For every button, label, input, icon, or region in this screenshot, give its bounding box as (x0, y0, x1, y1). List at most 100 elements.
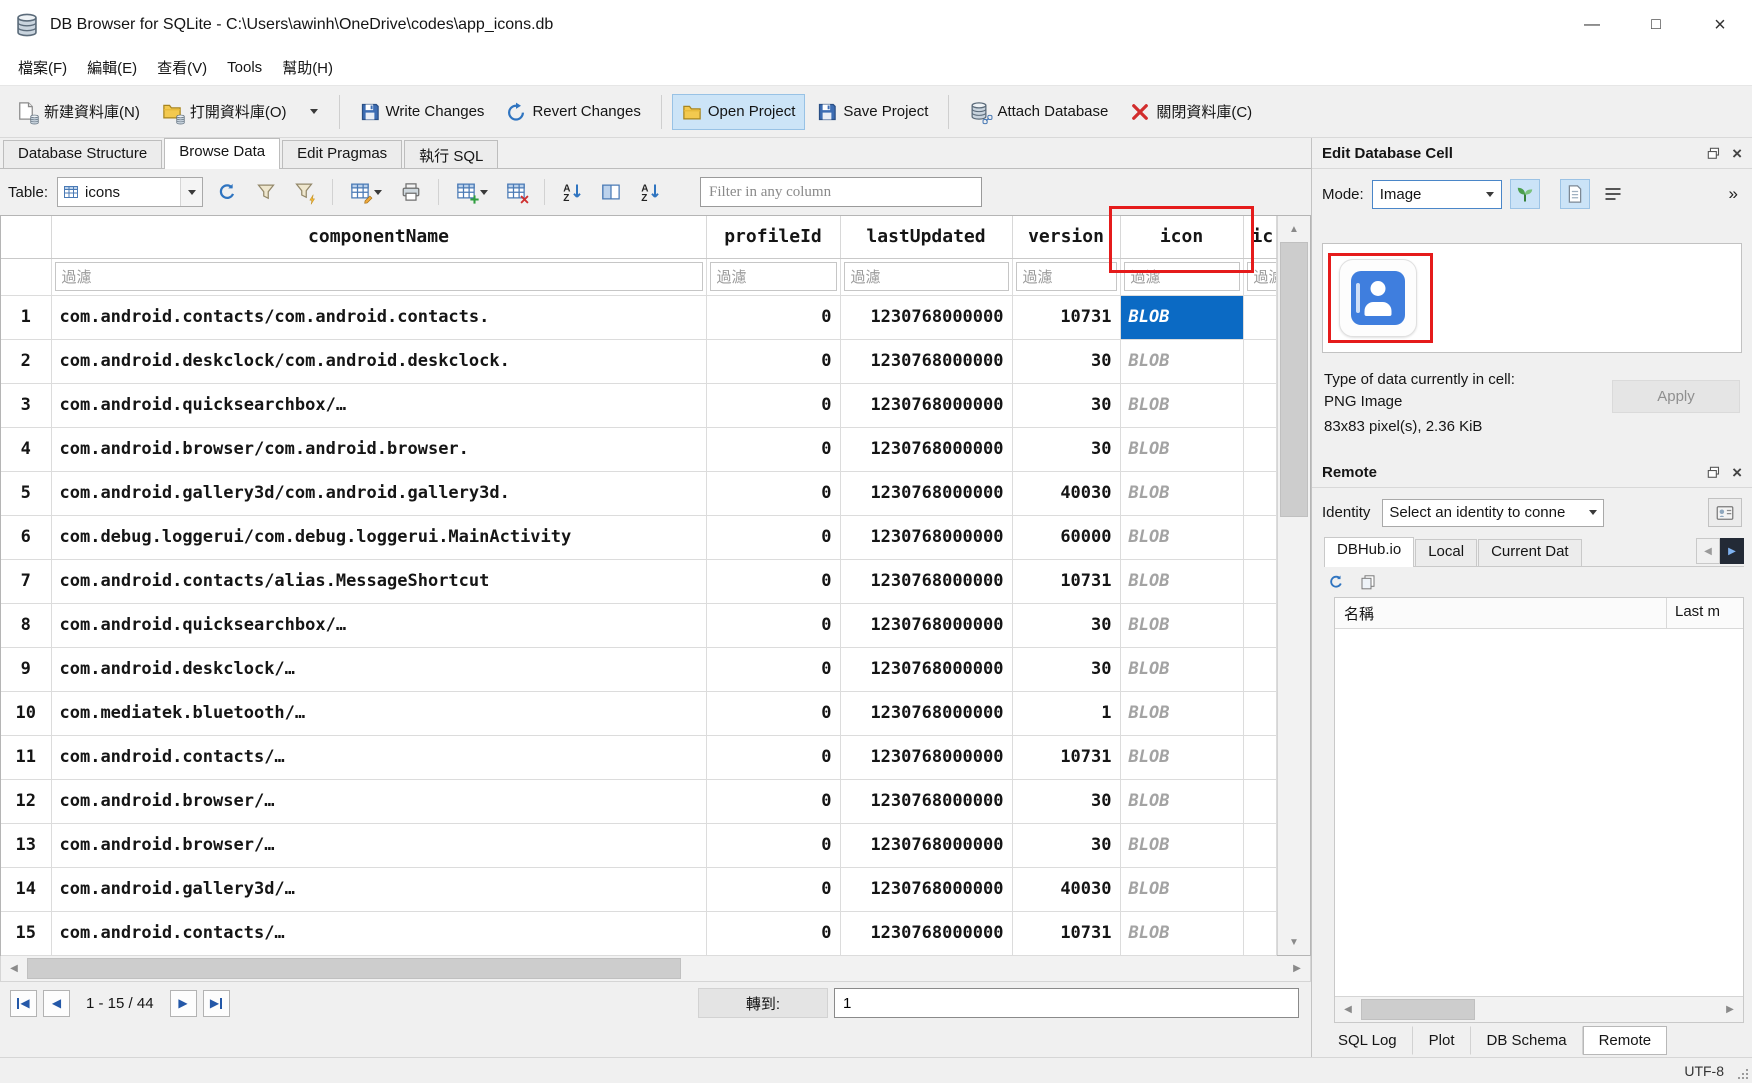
last-record-button[interactable]: ▶ (203, 990, 230, 1017)
cell-icon[interactable]: BLOB (1120, 735, 1243, 779)
row-number[interactable]: 5 (1, 471, 51, 515)
filter-componentName[interactable]: 過濾 (55, 262, 703, 291)
insert-record-button[interactable] (451, 177, 493, 207)
filter-any-column-input[interactable] (700, 177, 982, 207)
refresh-button[interactable] (212, 177, 242, 207)
cell-version[interactable]: 30 (1012, 647, 1120, 691)
vertical-scrollbar[interactable]: ▲ ▼ (1277, 216, 1310, 955)
cell-profileId[interactable]: 0 (706, 911, 840, 955)
cell-componentName[interactable]: com.android.contacts/… (51, 911, 706, 955)
cell-version[interactable]: 10731 (1012, 559, 1120, 603)
cell-lastUpdated[interactable]: 1230768000000 (840, 647, 1012, 691)
cell-componentName[interactable]: com.android.gallery3d/com.android.galler… (51, 471, 706, 515)
cell-icon[interactable]: BLOB (1120, 779, 1243, 823)
close-button[interactable]: × (1688, 0, 1752, 50)
cell-version[interactable]: 10731 (1012, 295, 1120, 339)
row-number[interactable]: 13 (1, 823, 51, 867)
document-view-button[interactable] (1560, 179, 1590, 209)
table-select-dropdown[interactable] (180, 178, 202, 206)
row-number[interactable]: 8 (1, 603, 51, 647)
cell-partial[interactable] (1243, 691, 1277, 735)
cell-lastUpdated[interactable]: 1230768000000 (840, 295, 1012, 339)
encoding-label[interactable]: UTF-8 (1684, 1063, 1724, 1079)
cell-icon[interactable]: BLOB (1120, 339, 1243, 383)
row-number[interactable]: 7 (1, 559, 51, 603)
clear-filters-button[interactable] (251, 177, 281, 207)
scroll-down-icon[interactable]: ▼ (1278, 929, 1310, 955)
row-number[interactable]: 4 (1, 427, 51, 471)
cell-lastUpdated[interactable]: 1230768000000 (840, 339, 1012, 383)
remote-scroll-thumb[interactable] (1361, 999, 1475, 1020)
filter-lastUpdated[interactable]: 過濾 (844, 262, 1009, 291)
filter-partial[interactable]: 過濾 (1247, 262, 1277, 291)
scroll-left-icon[interactable]: ◀ (1, 956, 27, 981)
cell-icon[interactable]: BLOB (1120, 647, 1243, 691)
cell-profileId[interactable]: 0 (706, 735, 840, 779)
scroll-up-icon[interactable]: ▲ (1278, 216, 1310, 242)
menu-tools[interactable]: Tools (217, 54, 272, 81)
save-project-button[interactable]: Save Project (807, 94, 938, 130)
remote-column-name[interactable]: 名稱 (1335, 598, 1667, 628)
remote-refresh-icon[interactable] (1328, 574, 1344, 590)
cell-partial[interactable] (1243, 867, 1277, 911)
tab-scroll-left-icon[interactable]: ◀ (1696, 538, 1720, 564)
cell-lastUpdated[interactable]: 1230768000000 (840, 735, 1012, 779)
row-number[interactable]: 12 (1, 779, 51, 823)
cell-icon[interactable]: BLOB (1120, 911, 1243, 955)
cell-version[interactable]: 30 (1012, 427, 1120, 471)
float-panel-icon[interactable] (1707, 466, 1720, 479)
cell-partial[interactable] (1243, 911, 1277, 955)
identity-certificate-button[interactable] (1708, 498, 1742, 527)
remote-column-last-modified[interactable]: Last m (1667, 598, 1743, 628)
overflow-chevron-icon[interactable]: » (1729, 184, 1742, 204)
cell-partial[interactable] (1243, 823, 1277, 867)
first-record-button[interactable]: ◀ (10, 990, 37, 1017)
cell-version[interactable]: 30 (1012, 823, 1120, 867)
row-number[interactable]: 3 (1, 383, 51, 427)
scroll-right-icon[interactable]: ▶ (1717, 997, 1743, 1022)
resize-grip[interactable] (1737, 1068, 1749, 1080)
tab-execute-sql[interactable]: 執行 SQL (404, 140, 498, 168)
cell-version[interactable]: 10731 (1012, 735, 1120, 779)
cell-componentName[interactable]: com.android.quicksearchbox/… (51, 603, 706, 647)
cell-partial[interactable] (1243, 779, 1277, 823)
cell-componentName[interactable]: com.android.contacts/… (51, 735, 706, 779)
cell-profileId[interactable]: 0 (706, 823, 840, 867)
horizontal-scrollbar[interactable]: ◀ ▶ (0, 956, 1311, 982)
tab-plot[interactable]: Plot (1413, 1026, 1471, 1055)
row-number[interactable]: 9 (1, 647, 51, 691)
new-database-button[interactable]: 新建資料庫(N) (6, 93, 150, 131)
cell-componentName[interactable]: com.android.deskclock/… (51, 647, 706, 691)
cell-componentName[interactable]: com.android.browser/com.android.browser. (51, 427, 706, 471)
cell-partial[interactable] (1243, 515, 1277, 559)
cell-componentName[interactable]: com.debug.loggerui/com.debug.loggerui.Ma… (51, 515, 706, 559)
revert-changes-button[interactable]: Revert Changes (496, 94, 650, 130)
scroll-right-icon[interactable]: ▶ (1284, 956, 1310, 981)
cell-partial[interactable] (1243, 603, 1277, 647)
tab-local[interactable]: Local (1415, 539, 1477, 566)
row-number[interactable]: 11 (1, 735, 51, 779)
cell-icon[interactable]: BLOB (1120, 867, 1243, 911)
cell-version[interactable]: 30 (1012, 603, 1120, 647)
edit-record-button[interactable] (345, 177, 387, 207)
tab-current-database[interactable]: Current Dat (1478, 539, 1582, 566)
column-header-version[interactable]: version (1012, 216, 1120, 258)
cell-profileId[interactable]: 0 (706, 603, 840, 647)
cell-version[interactable]: 30 (1012, 383, 1120, 427)
vertical-scroll-thumb[interactable] (1280, 242, 1308, 517)
cell-profileId[interactable]: 0 (706, 383, 840, 427)
cell-icon[interactable]: BLOB (1120, 515, 1243, 559)
close-panel-icon[interactable]: × (1732, 464, 1742, 481)
cell-partial[interactable] (1243, 295, 1277, 339)
vertical-scroll-track[interactable] (1278, 242, 1310, 929)
cell-lastUpdated[interactable]: 1230768000000 (840, 823, 1012, 867)
remote-clone-icon[interactable] (1360, 574, 1376, 590)
print-button[interactable] (396, 177, 426, 207)
open-project-button[interactable]: Open Project (672, 94, 806, 130)
cell-profileId[interactable]: 0 (706, 515, 840, 559)
filter-icon[interactable]: 過濾 (1124, 262, 1240, 291)
row-number[interactable]: 15 (1, 911, 51, 955)
open-database-dropdown[interactable] (299, 97, 329, 127)
cell-partial[interactable] (1243, 383, 1277, 427)
cell-partial[interactable] (1243, 427, 1277, 471)
